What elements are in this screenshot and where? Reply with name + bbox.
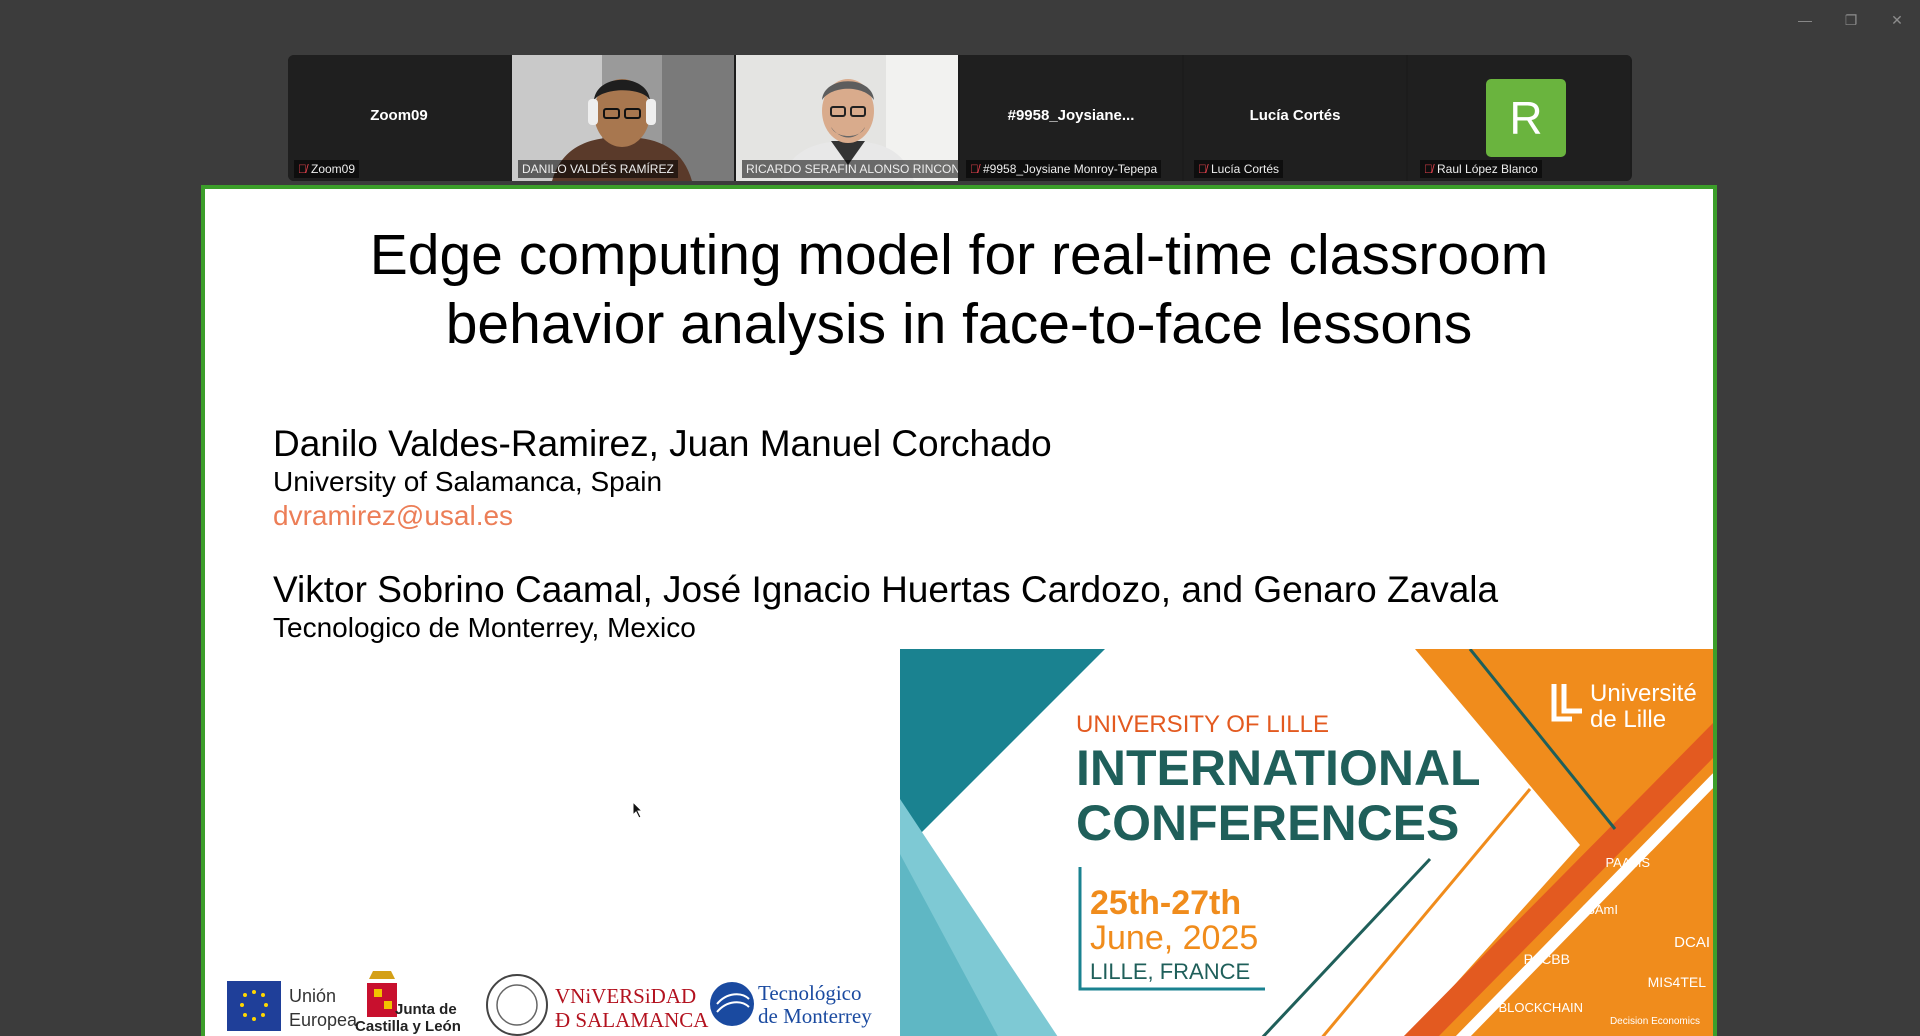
sponsor-logos: Unión Europea Junta de Castilla y León V…	[227, 971, 872, 1036]
participant-label-text: Zoom09	[311, 162, 356, 176]
jcyl-line-2: Castilla y León	[355, 1018, 461, 1035]
slide-title-line-1: Edge computing model for real-time class…	[369, 223, 1549, 287]
tec-logo-icon	[710, 982, 754, 1026]
participant-label: 🎙̸ Lucía Cortés	[1194, 160, 1284, 178]
participant-label: RICARDO SERAFIN ALONSO RINCON	[742, 160, 958, 178]
participant-tile-raul[interactable]: R 🎙̸ Raul López Blanco	[1408, 55, 1630, 181]
tec-line-2: de Monterrey	[758, 1004, 872, 1028]
author-affiliation: University of Salamanca, Spain	[273, 466, 663, 497]
author-names: Viktor Sobrino Caamal, José Ignacio Huer…	[273, 569, 1499, 610]
author-names: Danilo Valdes-Ramirez, Juan Manuel Corch…	[273, 423, 1052, 464]
mic-muted-icon: 🎙̸	[298, 162, 307, 176]
eu-line-1: Unión	[289, 986, 336, 1006]
jcyl-line-1: Junta de	[395, 1001, 457, 1018]
mic-muted-icon: 🎙̸	[1198, 162, 1207, 176]
banner-org: UNIVERSITY OF LILLE	[1076, 711, 1329, 738]
participant-label: DANILO VALDÉS RAMÍREZ	[518, 160, 678, 178]
jcyl-shield-icon	[367, 971, 397, 1017]
author-group-1: Danilo Valdes-Ramirez, Juan Manuel Corch…	[273, 423, 1052, 533]
participant-label: 🎙̸ Raul López Blanco	[1420, 160, 1542, 178]
eu-flag-icon	[227, 981, 281, 1031]
participant-tile-danilo[interactable]: DANILO VALDÉS RAMÍREZ	[512, 55, 734, 181]
close-button[interactable]: ✕	[1874, 0, 1920, 40]
banner-title-line-2: CONFERENCES	[1076, 795, 1459, 851]
banner-place: LILLE, FRANCE	[1090, 959, 1250, 984]
slide-title: Edge computing model for real-time class…	[205, 221, 1713, 359]
banner-title-line-1: INTERNATIONAL	[1076, 740, 1481, 796]
participant-tile-zoom09[interactable]: Zoom09 🎙̸ Zoom09	[288, 55, 510, 181]
conf-mis4tel: MIS4TEL	[1648, 974, 1707, 990]
banner-month: June, 2025	[1090, 919, 1258, 957]
restore-button[interactable]: ❐	[1828, 0, 1874, 40]
minimize-button[interactable]: —	[1782, 0, 1828, 40]
usal-line-1: VNiVERSiDAD	[555, 984, 696, 1008]
participant-label-text: #9958_Joysiane Monroy-Tepepa	[983, 162, 1158, 176]
participant-name: Lucía Cortés	[1249, 107, 1341, 124]
window-controls: — ❐ ✕	[1782, 0, 1920, 40]
participant-label: 🎙̸ #9958_Joysiane Monroy-Tepepa	[966, 160, 1162, 178]
participant-tile-joysiane[interactable]: #9958_Joysiane... 🎙̸ #9958_Joysiane Monr…	[960, 55, 1182, 181]
avatar: R	[1486, 79, 1566, 157]
slide-title-line-2: behavior analysis in face-to-face lesson…	[445, 292, 1473, 356]
participant-label-text: DANILO VALDÉS RAMÍREZ	[522, 162, 674, 176]
tec-line-1: Tecnológico	[758, 981, 862, 1005]
conf-pacbb: PACBB	[1524, 951, 1570, 967]
conference-banner: UNIVERSITY OF LILLE INTERNATIONAL CONFER…	[900, 649, 1713, 1036]
mouse-cursor-icon	[632, 801, 644, 819]
participant-label: 🎙̸ Zoom09	[294, 160, 360, 178]
eu-line-2: Europea	[289, 1010, 358, 1030]
ulille-line-1: Université	[1590, 680, 1697, 707]
mic-muted-icon: 🎙̸	[1424, 162, 1433, 176]
author-email: dvramirez@usal.es	[273, 500, 514, 531]
participant-name: Zoom09	[370, 107, 428, 124]
banner-dates: 25th-27th	[1090, 884, 1241, 922]
participant-tile-ricardo[interactable]: RICARDO SERAFIN ALONSO RINCON	[736, 55, 958, 181]
participant-label-text: Raul López Blanco	[1437, 162, 1538, 176]
participant-label-text: Lucía Cortés	[1211, 162, 1280, 176]
participant-gallery: Zoom09 🎙̸ Zoom09 DANILO VALDÉS RAMÍREZ R…	[288, 55, 1632, 181]
conf-dcai: DCAI	[1674, 934, 1710, 951]
usal-seal-icon	[486, 974, 548, 1036]
ulille-line-2: de Lille	[1590, 706, 1666, 733]
conf-isami: ISAmI	[1583, 902, 1618, 917]
mic-muted-icon: 🎙̸	[970, 162, 979, 176]
author-affiliation: Tecnologico de Monterrey, Mexico	[273, 612, 696, 643]
conf-decision-economics: Decision Economics	[1610, 1016, 1700, 1027]
conf-paams: PAAMS	[1605, 855, 1650, 870]
participant-tile-lucia[interactable]: Lucía Cortés 🎙̸ Lucía Cortés	[1184, 55, 1406, 181]
participant-name: #9958_Joysiane...	[1007, 107, 1135, 124]
conf-blockchain: BLOCKCHAIN	[1498, 1000, 1583, 1015]
author-group-2: Viktor Sobrino Caamal, José Ignacio Huer…	[273, 569, 1498, 645]
participant-label-text: RICARDO SERAFIN ALONSO RINCON	[746, 162, 958, 176]
shared-screen: Edge computing model for real-time class…	[201, 185, 1717, 1036]
usal-line-2: Ð SALAMANCA	[555, 1008, 709, 1032]
